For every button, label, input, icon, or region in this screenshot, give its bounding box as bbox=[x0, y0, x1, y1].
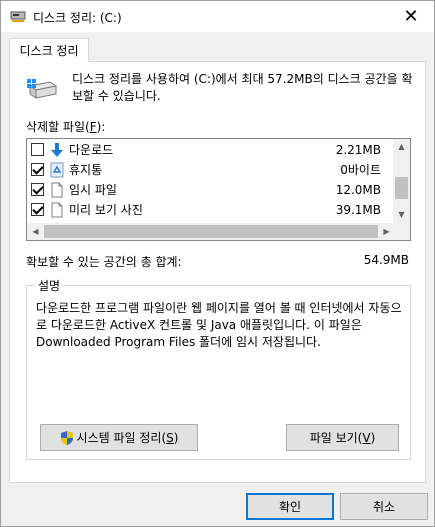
files-to-delete-label: 삭제할 파일(F): bbox=[26, 120, 106, 134]
file-icon bbox=[50, 202, 64, 218]
list-item[interactable]: 미리 보기 사진 39.1MB bbox=[27, 200, 395, 219]
scroll-thumb[interactable] bbox=[44, 225, 378, 238]
file-icon bbox=[50, 182, 64, 198]
total-space-value: 54.9MB bbox=[363, 253, 409, 267]
files-listbox[interactable]: 다운로드 2.21MB 휴지통 0바이트 임시 파일 12.0MB 미리 보기 … bbox=[26, 138, 411, 241]
file-size: 0바이트 bbox=[340, 163, 381, 177]
list-item[interactable]: 다운로드 2.21MB bbox=[27, 140, 395, 159]
vertical-scrollbar[interactable]: ▲ ▼ bbox=[393, 139, 410, 223]
intro-text: 디스크 정리를 사용하여 (C:)에서 최대 57.2MB의 디스크 공간을 확… bbox=[72, 72, 413, 103]
checkbox[interactable] bbox=[31, 163, 44, 176]
file-size: 39.1MB bbox=[335, 202, 381, 217]
horizontal-scrollbar[interactable]: ◀ ▶ bbox=[27, 223, 395, 240]
scroll-thumb[interactable] bbox=[395, 177, 408, 199]
list-item[interactable]: 임시 파일 12.0MB bbox=[27, 180, 395, 199]
download-icon bbox=[50, 142, 64, 158]
list-item[interactable]: 휴지통 0바이트 bbox=[27, 160, 395, 179]
scroll-left-icon[interactable]: ◀ bbox=[27, 223, 44, 240]
recycle-bin-icon bbox=[50, 162, 64, 178]
checkbox[interactable] bbox=[31, 143, 44, 156]
checkbox[interactable] bbox=[31, 203, 44, 216]
close-button[interactable]: ✕ bbox=[388, 1, 434, 32]
window-title: 디스크 정리: (C:) bbox=[33, 11, 122, 25]
cleanup-system-files-button[interactable]: 시스템 파일 정리(S) bbox=[40, 424, 198, 451]
file-name: 휴지통 bbox=[69, 163, 103, 177]
cancel-button[interactable]: 취소 bbox=[340, 493, 428, 520]
file-size: 12.0MB bbox=[335, 182, 381, 197]
drive-icon bbox=[27, 79, 58, 99]
file-name: 임시 파일 bbox=[69, 183, 117, 197]
ok-button[interactable]: 확인 bbox=[246, 493, 334, 520]
total-space-label: 확보할 수 있는 공간의 총 합계: bbox=[26, 255, 182, 269]
title-bar: 디스크 정리: (C:) ✕ bbox=[1, 1, 434, 32]
scroll-up-icon[interactable]: ▲ bbox=[393, 139, 410, 155]
description-text: 다운로드한 프로그램 파일이란 웹 페이지를 열어 볼 때 인터넷에서 자동으로… bbox=[36, 301, 402, 349]
file-size: 2.21MB bbox=[335, 142, 381, 157]
tab-disk-cleanup[interactable]: 디스크 정리 bbox=[9, 38, 89, 62]
shield-icon bbox=[60, 430, 73, 445]
disk-cleanup-window: 디스크 정리: (C:) ✕ 디스크 정리 디스크 정리를 사용하여 (C:)에… bbox=[0, 0, 435, 527]
drive-icon bbox=[10, 11, 26, 22]
scrollbar-corner bbox=[393, 221, 410, 240]
file-name: 다운로드 bbox=[69, 143, 114, 157]
description-title: 설명 bbox=[34, 277, 65, 294]
tab-panel: 디스크 정리를 사용하여 (C:)에서 최대 57.2MB의 디스크 공간을 확… bbox=[9, 61, 426, 483]
file-name: 미리 보기 사진 bbox=[69, 203, 143, 217]
view-files-button[interactable]: 파일 보기(V) bbox=[286, 424, 399, 451]
checkbox[interactable] bbox=[31, 183, 44, 196]
